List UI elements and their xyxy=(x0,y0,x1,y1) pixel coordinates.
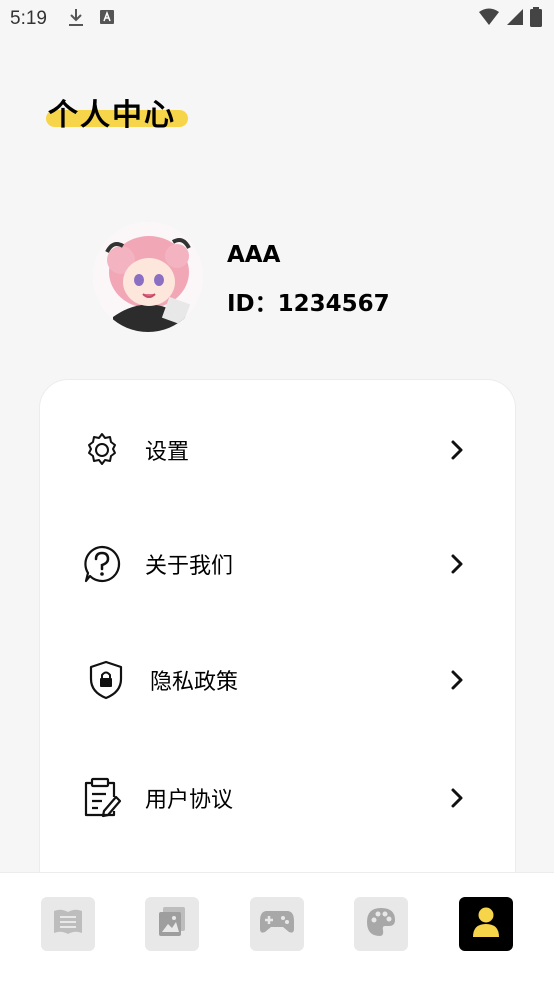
wifi-icon xyxy=(478,8,500,30)
gamepad-icon xyxy=(259,909,295,939)
menu-item-label: 关于我们 xyxy=(145,554,234,579)
profile-section: AAA ID：1234567 xyxy=(93,222,493,332)
nav-tab-gallery[interactable] xyxy=(145,897,199,951)
nav-tab-books[interactable] xyxy=(41,897,95,951)
user-id: ID：1234567 xyxy=(227,291,390,317)
menu-item-label: 用户协议 xyxy=(145,788,234,813)
username: AAA xyxy=(227,242,281,268)
page-title: 个人中心 xyxy=(48,98,176,133)
photo-gallery-icon xyxy=(157,906,187,942)
nav-tab-palette[interactable] xyxy=(354,897,408,951)
menu-item-label: 隐私政策 xyxy=(150,670,239,695)
menu-item-settings[interactable]: 设置 xyxy=(40,420,515,480)
palette-icon xyxy=(365,906,397,942)
download-icon xyxy=(67,7,85,31)
status-time: 5:19 xyxy=(10,8,47,29)
menu-card: 设置 关于我们 隐私政策 用户协议 xyxy=(40,380,515,900)
clipboard-edit-icon xyxy=(82,777,122,818)
gear-icon xyxy=(82,430,122,470)
avatar[interactable] xyxy=(93,222,203,332)
chevron-right-icon xyxy=(446,439,468,461)
menu-item-about-us[interactable]: 关于我们 xyxy=(40,534,515,594)
book-icon xyxy=(52,907,84,941)
battery-icon xyxy=(530,7,542,31)
chevron-right-icon xyxy=(446,669,468,691)
chevron-right-icon xyxy=(446,553,468,575)
menu-item-label: 设置 xyxy=(145,440,190,465)
nav-tab-games[interactable] xyxy=(250,897,304,951)
nav-tab-profile[interactable] xyxy=(459,897,513,951)
user-icon xyxy=(472,906,500,942)
bottom-nav xyxy=(0,872,554,984)
page-title-block: 个人中心 xyxy=(46,90,191,133)
menu-item-privacy-policy[interactable]: 隐私政策 xyxy=(40,650,515,710)
menu-item-user-agreement[interactable]: 用户协议 xyxy=(40,768,515,828)
app-notification-icon xyxy=(99,9,115,29)
chevron-right-icon xyxy=(446,787,468,809)
status-bar: 5:19 xyxy=(0,0,554,38)
question-bubble-icon xyxy=(82,544,122,584)
shield-lock-icon xyxy=(86,660,126,700)
signal-icon xyxy=(506,8,524,30)
